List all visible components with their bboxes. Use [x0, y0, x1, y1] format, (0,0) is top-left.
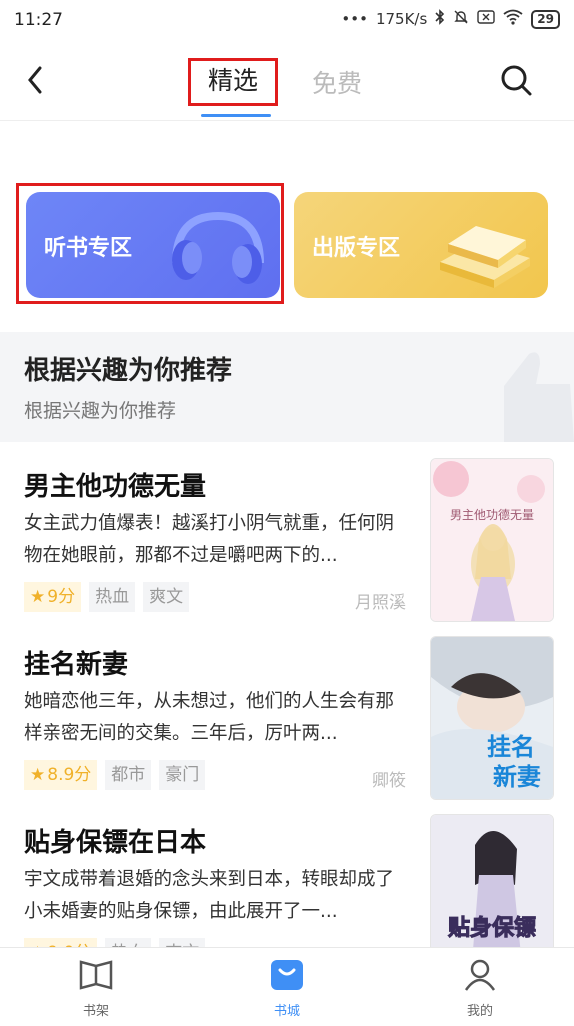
book-title: 贴身保镖在日本: [24, 828, 207, 858]
book-item[interactable]: 挂名新妻 她暗恋他三年，从未想过，他们的人生会有那样亲密无间的交集。三年后，厉叶…: [0, 636, 574, 814]
net-speed: 175K/s: [375, 10, 428, 28]
thumbs-up-icon: [504, 352, 574, 442]
recommend-title: 根据兴趣为你推荐: [24, 356, 233, 386]
book-tags: ★ 8.9分 都市 豪门: [24, 760, 206, 790]
tab-bookstore[interactable]: 书城: [247, 958, 327, 1019]
book-description: 女主武力值爆表！越溪打小阴气就重，任何阴物在她眼前，那都不过是嚼吧两下的...: [24, 513, 395, 566]
tab-mine-label: 我的: [466, 1004, 493, 1019]
recommend-subtitle: 根据兴趣为你推荐: [24, 400, 177, 422]
status-bar: 11:27 ••• 175K/s 29: [0, 0, 574, 40]
bottom-nav: 书架 书城 我的: [0, 947, 574, 1026]
book-author: 月照溪: [355, 593, 406, 613]
mute-bell-icon: [453, 9, 469, 29]
tab-bookshelf-label: 书架: [82, 1004, 109, 1019]
book-item[interactable]: 男主他功德无量 女主武力值爆表！越溪打小阴气就重，任何阴物在她眼前，那都不过是嚼…: [0, 458, 574, 636]
user-icon: [464, 959, 496, 991]
book-stack-icon: [440, 226, 530, 288]
book-description: 宇文成带着退婚的念头来到日本，转眼却成了小未婚妻的贴身保镖，由此展开了一...: [24, 869, 395, 922]
status-time: 11:27: [14, 10, 63, 30]
tag: 豪门: [159, 760, 206, 790]
book-cover[interactable]: 挂名 新妻: [430, 636, 554, 800]
tab-bookshelf[interactable]: 书架: [56, 958, 136, 1019]
chevron-left-icon: [28, 66, 42, 94]
tag: 都市: [105, 760, 152, 790]
back-button[interactable]: [22, 60, 52, 100]
top-nav: 精选 免费: [0, 48, 574, 121]
status-icons: ••• 175K/s 29: [341, 9, 560, 29]
search-button[interactable]: [498, 62, 534, 98]
battery-indicator: 29: [531, 9, 560, 29]
more-dots-icon: •••: [341, 10, 368, 28]
publish-zone-banner[interactable]: 出版专区: [294, 192, 548, 298]
wifi-icon: [503, 9, 523, 29]
svg-text:男主他功德无量: 男主他功德无量: [450, 507, 534, 522]
tag: 热血: [89, 582, 136, 612]
bookstore-icon: [271, 960, 303, 990]
svg-text:贴身保镖: 贴身保镖: [448, 915, 536, 941]
star-icon: ★: [30, 587, 46, 607]
bookshelf-icon: [79, 960, 113, 990]
book-author: 卿筱: [372, 771, 406, 791]
tab-bookstore-label: 书城: [273, 1004, 300, 1019]
tab-indicator: [201, 114, 271, 117]
score-badge: ★ 8.9分: [24, 760, 98, 790]
book-title: 挂名新妻: [24, 650, 129, 680]
tag: 爽文: [143, 582, 190, 612]
score-badge: ★ 9分: [24, 582, 82, 612]
book-description: 她暗恋他三年，从未想过，他们的人生会有那样亲密无间的交集。三年后，厉叶两...: [24, 691, 395, 744]
tab-mine[interactable]: 我的: [440, 958, 520, 1019]
book-tags: ★ 9分 热血 爽文: [24, 582, 190, 612]
bluetooth-icon: [435, 9, 445, 29]
publish-zone-label: 出版专区: [312, 236, 401, 261]
highlight-box: [16, 183, 284, 304]
recommend-header: 根据兴趣为你推荐 根据兴趣为你推荐: [0, 332, 574, 442]
tab-free[interactable]: 免费: [312, 64, 362, 100]
book-cover[interactable]: 男主他功德无量: [430, 458, 554, 622]
star-icon: ★: [30, 765, 46, 785]
search-icon: [501, 65, 532, 96]
sim-off-icon: [477, 9, 495, 29]
svg-text:新妻: 新妻: [493, 763, 541, 791]
tab-featured[interactable]: 精选: [188, 58, 278, 106]
svg-text:挂名: 挂名: [487, 733, 535, 761]
book-title: 男主他功德无量: [24, 472, 207, 502]
